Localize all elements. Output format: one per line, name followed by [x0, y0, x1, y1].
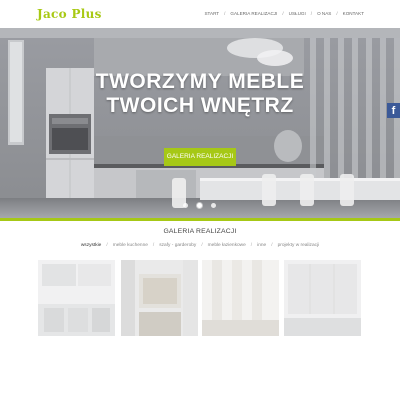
nav-item-o-nas[interactable]: O NAS: [317, 11, 331, 16]
slider-dots: [183, 203, 216, 208]
nav-separator: /: [282, 11, 284, 16]
filter-separator: /: [152, 243, 155, 248]
hero-title-line-1: TWORZYMY MEBLE: [95, 70, 305, 93]
nav-item-kontakt[interactable]: KONTAKT: [343, 11, 364, 16]
filter-meble-lazienkowe[interactable]: meble łazienkowe: [208, 243, 246, 248]
nav-item-galeria[interactable]: GALERIA REALIZACJI: [230, 11, 277, 16]
nav-separator: /: [224, 11, 226, 16]
hero-slider: TWORZYMY MEBLE TWOICH WNĘTRZ GALERIA REA…: [0, 28, 400, 218]
filter-meble-kuchenne[interactable]: meble kuchenne: [113, 243, 148, 248]
gallery-thumbnail-1[interactable]: [38, 260, 115, 336]
site-logo[interactable]: Jaco Plus: [37, 7, 102, 21]
accent-divider: [0, 218, 400, 221]
gallery-thumbnail-image: [284, 260, 361, 336]
gallery-thumbnail-2[interactable]: [121, 260, 198, 336]
gallery-filters: wszystkie / meble kuchenne / szafy - gar…: [0, 243, 400, 248]
nav-item-uslugi[interactable]: USŁUGI: [289, 11, 306, 16]
filter-separator: /: [201, 243, 203, 248]
gallery-thumbnail-image: [202, 260, 279, 336]
gallery-thumbnail-image: [38, 260, 115, 336]
filter-wszystkie[interactable]: wszystkie: [81, 243, 102, 248]
gallery-cta-button[interactable]: GALERIA REALIZACJI: [164, 148, 236, 166]
filter-separator: /: [250, 243, 253, 248]
filter-separator: /: [271, 243, 273, 248]
gallery-thumbnail-3[interactable]: [202, 260, 279, 336]
filter-projekty-w-realizacji[interactable]: projekty w realizacji: [278, 243, 320, 248]
filter-separator: /: [106, 243, 108, 248]
gallery-section-title: GALERIA REALIZACJI: [163, 228, 237, 235]
nav-separator: /: [310, 11, 313, 16]
filter-szafy-garderoby[interactable]: szafy - garderoby: [159, 243, 196, 248]
facebook-icon[interactable]: f: [387, 103, 400, 118]
site-header: Jaco Plus START / GALERIA REALIZACJI / U…: [0, 0, 400, 28]
slider-dot-3[interactable]: [211, 203, 216, 208]
hero-kitchen-image: [0, 28, 400, 218]
nav-item-start[interactable]: START: [204, 11, 219, 16]
hero-title-line-2: TWOICH WNĘTRZ: [106, 94, 294, 117]
gallery-thumbnail-image: [121, 260, 198, 336]
filter-inne[interactable]: inne: [257, 243, 266, 248]
nav-separator: /: [336, 11, 338, 16]
gallery-thumbnail-4[interactable]: [284, 260, 361, 336]
main-nav: START / GALERIA REALIZACJI / USŁUGI / O …: [204, 11, 364, 16]
slider-dot-2[interactable]: [197, 203, 202, 208]
slider-dot-1[interactable]: [183, 203, 188, 208]
